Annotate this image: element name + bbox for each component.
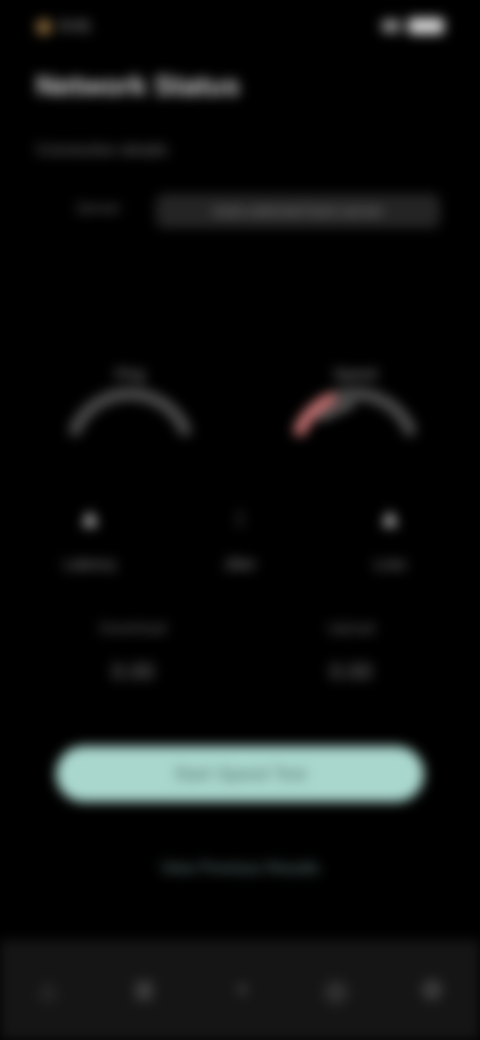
gauges: Ping Speed bbox=[0, 300, 480, 470]
view-results-link[interactable]: View Previous Results bbox=[0, 860, 480, 878]
globe-icon: ◎ bbox=[324, 974, 348, 1005]
home-icon: ⌂ bbox=[40, 974, 56, 1005]
speed-gauge-label: Speed bbox=[333, 366, 377, 383]
speedometer-icon: ◔ bbox=[232, 974, 248, 1005]
nav-item-settings[interactable]: ⚙ bbox=[384, 940, 480, 1040]
page-subtitle: Connection details bbox=[36, 142, 168, 159]
speed-gauge: Speed bbox=[270, 300, 440, 470]
stat-label: Loss bbox=[374, 556, 406, 573]
stat-latency: ▲ Latency bbox=[30, 500, 150, 600]
upload-arrow-icon: ▲ bbox=[377, 501, 403, 532]
download-value: 0.00 bbox=[111, 659, 155, 684]
rates-row: Download 0.00 Upload 0.00 bbox=[0, 620, 480, 730]
bottom-nav: ⌂ ≣ ◔ ◎ ⚙ bbox=[0, 940, 480, 1040]
upload-rate: Upload 0.00 bbox=[276, 620, 426, 730]
speed-gauge-graphic bbox=[294, 387, 416, 436]
stat-label: Latency bbox=[63, 556, 117, 573]
nav-item-home[interactable]: ⌂ bbox=[0, 940, 96, 1040]
upload-arrow-icon: ▲ bbox=[77, 501, 103, 532]
page-title: Network Status bbox=[36, 70, 240, 101]
stat-loss: ▲ Loss bbox=[330, 500, 450, 600]
server-selector[interactable]: Auto-selected best server bbox=[156, 194, 440, 228]
server-label: Server bbox=[76, 200, 121, 217]
nav-item-servers[interactable]: ◎ bbox=[288, 940, 384, 1040]
upload-value: 0.00 bbox=[329, 659, 373, 684]
ping-gauge-label: Ping bbox=[114, 366, 146, 383]
status-bar: 9:41 bbox=[0, 0, 480, 60]
stats-row: ▲ Latency ↕ Jitter ▲ Loss bbox=[0, 500, 480, 600]
start-test-button[interactable]: Start Speed Test bbox=[56, 746, 424, 802]
app-indicator-icon bbox=[36, 19, 52, 35]
nav-item-history[interactable]: ≣ bbox=[96, 940, 192, 1040]
ping-gauge: Ping bbox=[45, 300, 215, 470]
jitter-icon: ↕ bbox=[233, 501, 247, 532]
stat-label: Jitter bbox=[223, 556, 257, 573]
upload-label: Upload bbox=[327, 620, 375, 637]
status-right bbox=[382, 18, 444, 34]
download-label: Download bbox=[99, 620, 167, 637]
stat-jitter: ↕ Jitter bbox=[180, 500, 300, 600]
battery-icon bbox=[408, 18, 444, 34]
status-left: 9:41 bbox=[36, 18, 91, 36]
signal-icon bbox=[382, 20, 400, 32]
nav-item-test[interactable]: ◔ bbox=[192, 940, 288, 1040]
status-time: 9:41 bbox=[60, 18, 92, 35]
ping-gauge-graphic bbox=[69, 387, 191, 436]
history-icon: ≣ bbox=[133, 974, 155, 1005]
download-rate: Download 0.00 bbox=[58, 620, 208, 730]
gear-icon: ⚙ bbox=[420, 974, 444, 1005]
